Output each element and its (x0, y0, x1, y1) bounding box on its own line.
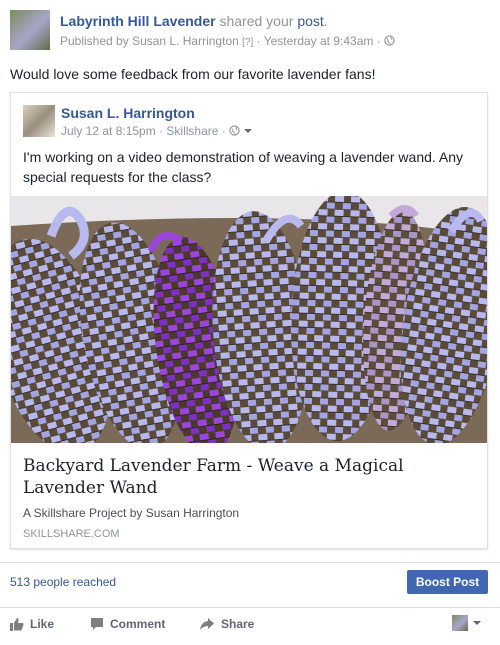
published-prefix: Published by (60, 34, 129, 48)
shared-post-text: I'm working on a video demonstration of … (23, 149, 464, 185)
shared-app[interactable]: Skillshare (166, 124, 218, 138)
link-description: A Skillshare Project by Susan Harrington (23, 506, 240, 520)
shared-author-avatar[interactable] (23, 105, 55, 137)
share-button[interactable]: Share (199, 617, 254, 631)
help-marker[interactable]: [?] (242, 37, 253, 48)
boost-post-button[interactable]: Boost Post (407, 570, 488, 594)
meta-separator: · (256, 34, 261, 48)
share-icon (200, 618, 214, 630)
comment-button[interactable]: Comment (90, 617, 165, 631)
shared-date[interactable]: July 12 at 8:15pm (61, 124, 156, 138)
action-bar: Like Comment Share (10, 612, 490, 638)
link-title[interactable]: Backyard Lavender Farm - Weave a Magical… (23, 455, 475, 499)
shared-text: shared your (219, 13, 294, 29)
divider (0, 562, 500, 563)
like-button[interactable]: Like (10, 617, 54, 631)
post-timestamp[interactable]: Yesterday at 9:43am (264, 34, 374, 48)
post-caption: Would love some feedback from our favori… (10, 66, 376, 82)
reach-count[interactable]: 513 people reached (10, 575, 116, 589)
post-link[interactable]: post (297, 13, 323, 29)
globe-icon[interactable] (384, 35, 395, 46)
shared-separator: · (159, 124, 164, 138)
shared-post-card: Susan L. Harrington July 12 at 8:15pm · … (10, 92, 488, 549)
meta-separator-2: · (376, 34, 381, 48)
header-line: Labyrinth Hill Lavender shared your post… (60, 13, 328, 29)
lavender-wand-photo[interactable] (11, 196, 487, 443)
post-header: Labyrinth Hill Lavender shared your post… (10, 10, 490, 52)
page-name-link[interactable]: Labyrinth Hill Lavender (60, 13, 216, 29)
shared-meta: July 12 at 8:15pm · Skillshare · (61, 124, 253, 138)
like-label: Like (30, 617, 55, 631)
publisher-name[interactable]: Susan L. Harrington (132, 34, 239, 48)
period: . (323, 13, 328, 29)
shared-author-name[interactable]: Susan L. Harrington (61, 105, 195, 121)
divider (0, 607, 500, 608)
caret-down-icon (473, 621, 481, 625)
share-label: Share (221, 617, 255, 631)
comment-label: Comment (110, 617, 166, 631)
page-avatar[interactable] (10, 10, 50, 50)
shared-separator-2: · (221, 124, 226, 138)
identity-chooser[interactable] (452, 615, 482, 631)
link-domain: SKILLSHARE.COM (23, 528, 120, 540)
page-mini-avatar (452, 615, 468, 631)
like-icon (10, 618, 24, 631)
caret-down-icon[interactable] (243, 127, 253, 135)
header-meta: Published by Susan L. Harrington [?] · Y… (60, 34, 395, 48)
comment-icon (91, 618, 103, 630)
globe-icon[interactable] (229, 125, 240, 136)
